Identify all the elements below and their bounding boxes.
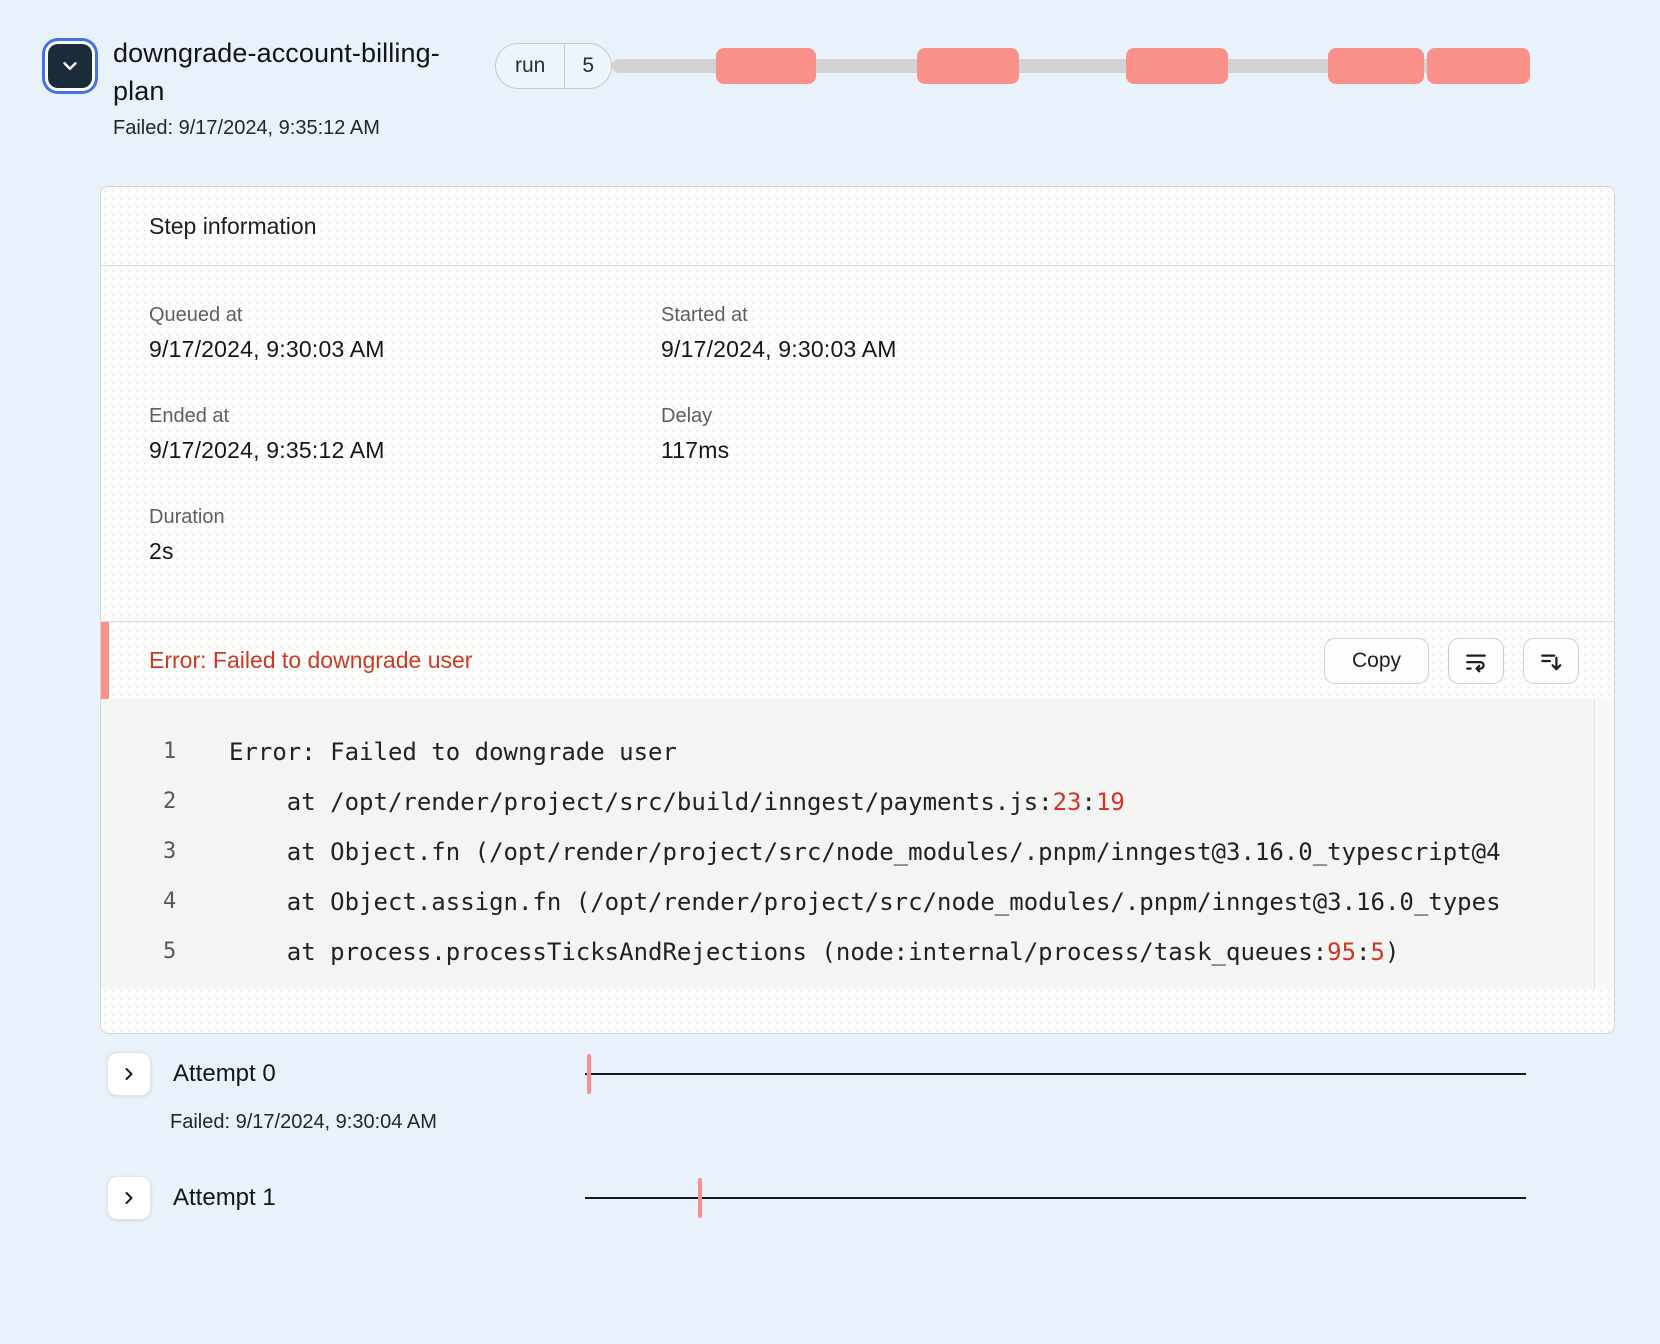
code-vertical-scrollbar[interactable] — [1594, 699, 1614, 989]
attempt-timeline — [585, 1073, 1526, 1075]
scroll-to-bottom-button[interactable] — [1523, 638, 1579, 684]
step-information-card: Step information Queued at 9/17/2024, 9:… — [100, 186, 1615, 1034]
info-field-label: Duration — [149, 506, 661, 529]
info-field: Queued at 9/17/2024, 9:30:03 AM — [149, 304, 661, 363]
timeline-step-segment[interactable] — [917, 48, 1019, 84]
step-header: downgrade-account-billing-plan Failed: 9… — [40, 34, 1615, 140]
card-footer — [101, 989, 1614, 1033]
attempt-row: Attempt 1 — [107, 1176, 1615, 1220]
attempt-failed-timestamp: Failed: 9/17/2024, 9:30:04 AM — [170, 1111, 1615, 1134]
collapse-step-button[interactable] — [48, 44, 92, 88]
expand-attempt-button[interactable] — [107, 1052, 151, 1096]
error-accent-stripe — [101, 622, 109, 699]
info-field-value: 9/17/2024, 9:30:03 AM — [661, 336, 1566, 363]
run-timeline: run 5 — [495, 42, 1530, 90]
step-title-block: downgrade-account-billing-plan Failed: 9… — [113, 34, 465, 140]
step-info-section: Queued at 9/17/2024, 9:30:03 AM Started … — [101, 266, 1614, 621]
line-number: 1 — [101, 727, 229, 777]
info-field: Ended at 9/17/2024, 9:35:12 AM — [149, 405, 661, 464]
chevron-down-icon — [59, 55, 81, 77]
error-actions: Copy — [1324, 638, 1579, 684]
stack-trace-line: 2 at /opt/render/project/src/build/innge… — [101, 777, 1588, 827]
attempt-timeline-tick — [587, 1054, 591, 1094]
info-field-label: Started at — [661, 304, 1566, 327]
attempt-timeline — [585, 1197, 1526, 1199]
stack-trace-line: 3 at Object.fn (/opt/render/project/src/… — [101, 827, 1588, 877]
copy-button[interactable]: Copy — [1324, 638, 1429, 684]
line-number: 3 — [101, 827, 229, 877]
info-field: Duration 2s — [149, 506, 661, 565]
scroll-to-bottom-icon — [1538, 648, 1564, 674]
stack-trace-text: Error: Failed to downgrade user — [229, 727, 1588, 777]
info-field: Delay 117ms — [661, 405, 1566, 464]
expand-attempt-button[interactable] — [107, 1176, 151, 1220]
info-field-label: Delay — [661, 405, 1566, 428]
timeline-step-segment[interactable] — [1427, 48, 1530, 84]
info-field-label: Queued at — [149, 304, 661, 327]
attempt-block: Attempt 0 Failed: 9/17/2024, 9:30:04 AM — [107, 1052, 1615, 1134]
line-number: 5 — [101, 927, 229, 977]
attempt-timeline-tick — [698, 1178, 702, 1218]
info-field-value: 117ms — [661, 437, 1566, 464]
attempts-list: Attempt 0 Failed: 9/17/2024, 9:30:04 AM … — [107, 1052, 1615, 1220]
attempt-label: Attempt 1 — [173, 1184, 276, 1212]
card-title: Step information — [101, 187, 1614, 266]
info-field-label: Ended at — [149, 405, 661, 428]
run-pill-label: run — [496, 44, 564, 88]
timeline-step-segment[interactable] — [1328, 48, 1423, 84]
info-field-value: 2s — [149, 538, 661, 565]
line-number: 2 — [101, 777, 229, 827]
timeline-step-segment[interactable] — [716, 48, 816, 84]
stack-trace-code[interactable]: 1 Error: Failed to downgrade user 2 at /… — [101, 699, 1614, 989]
stack-trace-text: at Object.fn (/opt/render/project/src/no… — [229, 827, 1588, 877]
info-field-value: 9/17/2024, 9:30:03 AM — [149, 336, 661, 363]
line-number: 4 — [101, 877, 229, 927]
stack-trace-line: 1 Error: Failed to downgrade user — [101, 727, 1588, 777]
info-field: Started at 9/17/2024, 9:30:03 AM — [661, 304, 1566, 363]
timeline-step-segment[interactable] — [1126, 48, 1228, 84]
attempt-label: Attempt 0 — [173, 1060, 276, 1088]
run-timeline-track — [612, 42, 1530, 90]
chevron-right-icon — [119, 1064, 139, 1084]
attempt-row: Attempt 0 — [107, 1052, 1615, 1096]
step-name: downgrade-account-billing-plan — [113, 34, 465, 110]
wrap-text-button[interactable] — [1448, 638, 1504, 684]
stack-trace-text: at /opt/render/project/src/build/inngest… — [229, 777, 1588, 827]
error-message: Error: Failed to downgrade user — [149, 647, 1324, 674]
error-banner: Error: Failed to downgrade user Copy — [101, 621, 1614, 699]
step-failed-timestamp: Failed: 9/17/2024, 9:35:12 AM — [113, 116, 465, 140]
run-pill-count: 5 — [564, 44, 611, 88]
stack-trace-text: at process.processTicksAndRejections (no… — [229, 927, 1588, 977]
run-attempts-pill[interactable]: run 5 — [495, 43, 612, 89]
run-detail-page: downgrade-account-billing-plan Failed: 9… — [0, 0, 1660, 1220]
stack-trace-line: 5 at process.processTicksAndRejections (… — [101, 927, 1588, 977]
info-field-value: 9/17/2024, 9:35:12 AM — [149, 437, 661, 464]
stack-trace-line: 4 at Object.assign.fn (/opt/render/proje… — [101, 877, 1588, 927]
wrap-text-icon — [1463, 648, 1489, 674]
stack-trace-text: at Object.assign.fn (/opt/render/project… — [229, 877, 1588, 927]
chevron-right-icon — [119, 1188, 139, 1208]
step-info-grid: Queued at 9/17/2024, 9:30:03 AM Started … — [149, 304, 1566, 565]
attempt-block: Attempt 1 — [107, 1176, 1615, 1220]
